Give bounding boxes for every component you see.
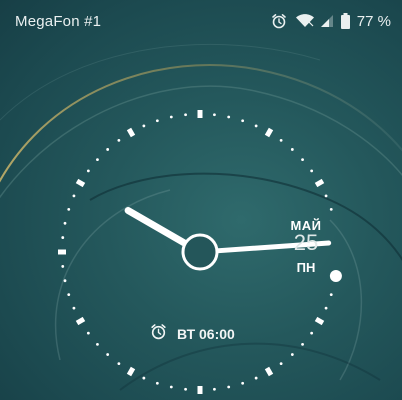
minute-dot (301, 342, 304, 346)
clock-center-ring (181, 233, 219, 271)
minute-dot (329, 207, 333, 211)
hour-tick (75, 316, 86, 326)
minute-dot (72, 194, 76, 198)
hour-hand (124, 207, 189, 247)
minute-dot (254, 124, 258, 128)
minute-dot (63, 221, 67, 225)
minute-dot (96, 158, 99, 162)
minute-dot (290, 148, 294, 151)
alarm-icon (150, 323, 167, 345)
minute-dot (227, 115, 231, 119)
minute-dot (155, 119, 159, 123)
minute-dot (61, 265, 65, 268)
minute-dot (169, 115, 173, 119)
minute-dot (213, 113, 216, 117)
hour-tick (314, 178, 325, 188)
date-weekday: ПН (296, 260, 316, 275)
minute-dot (184, 387, 187, 391)
minute-dot (290, 353, 294, 356)
hour-tick (264, 127, 274, 138)
minute-dot (254, 376, 258, 380)
minute-dot (184, 113, 187, 117)
minute-dot (324, 194, 328, 198)
hour-tick (126, 366, 136, 377)
minute-dot (241, 381, 245, 385)
date-day: 25 (293, 230, 319, 255)
minute-dot (117, 362, 121, 366)
minute-dot (106, 148, 110, 151)
minute-dot (324, 306, 328, 310)
lock-screen: MegaFon #1 77 % МАЙ 25 ПН ВТ 06:00 (0, 0, 402, 400)
minute-dot (96, 342, 99, 346)
minute-dot (279, 138, 283, 142)
minute-dot (301, 158, 304, 162)
minute-dot (67, 293, 71, 297)
minute-dot (310, 331, 314, 335)
minute-dot (227, 385, 231, 389)
minute-dot (106, 353, 110, 356)
minute-dot (169, 385, 173, 389)
hour-tick (264, 366, 274, 377)
minute-dot (86, 169, 90, 173)
hour-tick (75, 178, 86, 188)
next-alarm[interactable]: ВТ 06:00 (150, 324, 235, 344)
minute-dot (61, 236, 65, 239)
minute-dot (142, 376, 146, 380)
minute-dot (142, 124, 146, 128)
minute-dot (63, 279, 67, 283)
hour-tick (314, 316, 325, 326)
minute-dot (72, 306, 76, 310)
minute-dot (67, 207, 71, 211)
hour-tick (126, 127, 136, 138)
minute-dot (213, 387, 216, 391)
date-block: МАЙ 25 ПН (276, 218, 336, 275)
minute-dot (155, 381, 159, 385)
next-alarm-label: ВТ 06:00 (177, 326, 235, 342)
minute-dot (310, 169, 314, 173)
minute-dot (241, 119, 245, 123)
minute-dot (117, 138, 121, 142)
minute-dot (329, 293, 333, 297)
minute-dot (279, 362, 283, 366)
minute-dot (86, 331, 90, 335)
